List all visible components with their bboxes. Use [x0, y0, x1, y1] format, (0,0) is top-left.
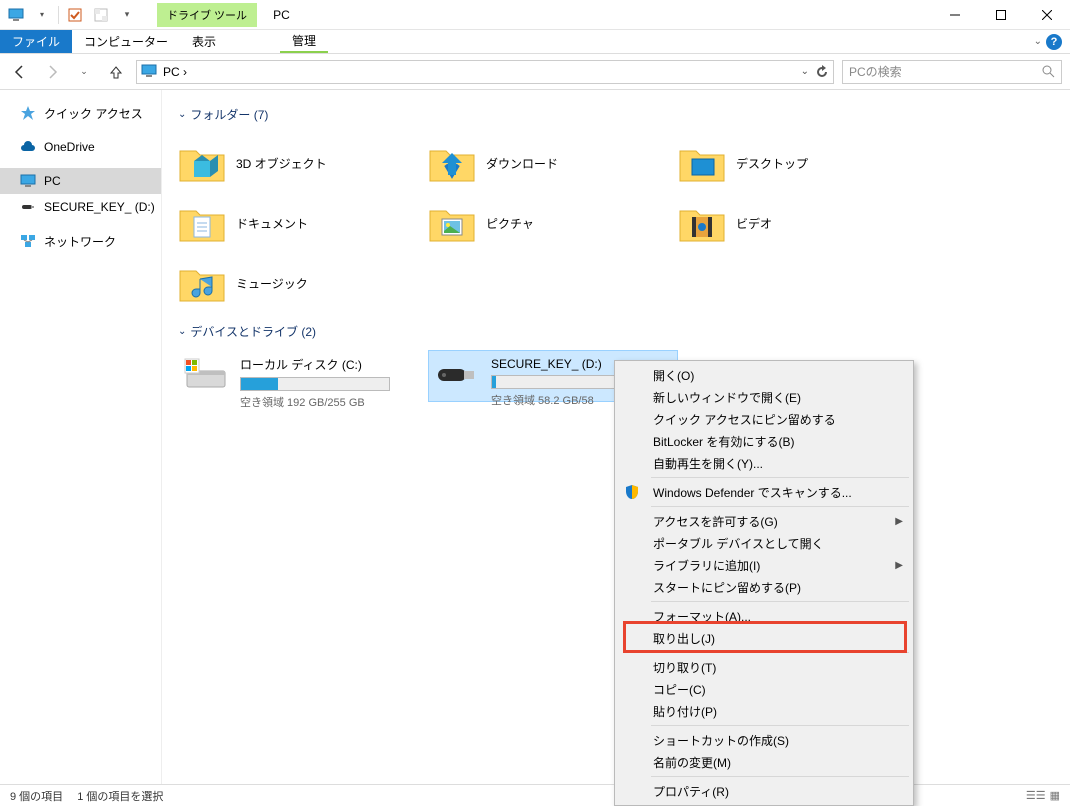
sidebar-item-4[interactable]: ネットワーク: [0, 228, 161, 254]
context-menu-item[interactable]: 貼り付け(P): [617, 700, 911, 722]
sidebar-item-3[interactable]: SECURE_KEY_ (D:): [0, 194, 161, 220]
usb-icon: [20, 199, 36, 215]
folder-icon: [678, 139, 726, 187]
monitor-icon: [141, 64, 157, 80]
refresh-icon[interactable]: [815, 65, 829, 79]
recent-dropdown[interactable]: ⌄: [72, 60, 96, 84]
folder-item[interactable]: ミュージック: [178, 253, 428, 313]
cloud-icon: [20, 139, 36, 155]
context-menu-item[interactable]: Windows Defender でスキャンする...: [617, 481, 911, 503]
tiles-view-icon[interactable]: ▦: [1050, 789, 1060, 802]
context-menu-item[interactable]: ポータブル デバイスとして開く: [617, 532, 911, 554]
drive-icon: [182, 354, 230, 394]
group-header-folders[interactable]: ⌄ フォルダー (7): [178, 106, 1054, 123]
chevron-right-icon: ▶: [895, 560, 903, 571]
context-menu-item[interactable]: プロパティ(R): [617, 780, 911, 802]
minimize-button[interactable]: [932, 0, 978, 30]
folder-item[interactable]: ドキュメント: [178, 193, 428, 253]
folder-icon: [178, 199, 226, 247]
folder-item[interactable]: 3D オブジェクト: [178, 133, 428, 193]
folder-icon: [428, 199, 476, 247]
context-menu-item[interactable]: スタートにピン留めする(P): [617, 576, 911, 598]
context-menu-item[interactable]: コピー(C): [617, 678, 911, 700]
ribbon-expand-icon[interactable]: ⌄: [1034, 36, 1042, 47]
back-button[interactable]: [8, 60, 32, 84]
system-icon[interactable]: [6, 5, 26, 25]
window-title: PC: [273, 8, 290, 22]
drive-icon: [433, 355, 481, 395]
status-item-count: 9 個の項目: [10, 788, 63, 804]
context-menu-item[interactable]: 切り取り(T): [617, 656, 911, 678]
help-icon[interactable]: ?: [1046, 34, 1062, 50]
tab-computer[interactable]: コンピューター: [72, 30, 180, 53]
qat-dropdown-icon[interactable]: ▾: [32, 5, 52, 25]
search-input[interactable]: PCの検索: [842, 60, 1062, 84]
forward-button[interactable]: [40, 60, 64, 84]
qat-custom-icon[interactable]: ▾: [117, 5, 137, 25]
folder-icon: [678, 199, 726, 247]
details-view-icon[interactable]: ☰☰: [1026, 789, 1046, 802]
sidebar-item-2[interactable]: PC: [0, 168, 161, 194]
tab-view[interactable]: 表示: [180, 30, 228, 53]
status-selection: 1 個の項目を選択: [77, 788, 163, 804]
drive-item[interactable]: ローカル ディスク (C:)空き領域 192 GB/255 GB: [178, 350, 428, 402]
star-icon: [20, 105, 36, 121]
context-menu-item[interactable]: クイック アクセスにピン留めする: [617, 408, 911, 430]
context-menu-item[interactable]: 自動再生を開く(Y)...: [617, 452, 911, 474]
context-menu-item[interactable]: ライブラリに追加(I)▶: [617, 554, 911, 576]
context-menu: 開く(O)新しいウィンドウで開く(E)クイック アクセスにピン留めするBitLo…: [614, 360, 914, 806]
shield-icon: [623, 483, 641, 501]
monitor-icon: [20, 173, 36, 189]
tab-file[interactable]: ファイル: [0, 30, 72, 53]
context-menu-item[interactable]: 新しいウィンドウで開く(E): [617, 386, 911, 408]
chevron-down-icon: ⌄: [178, 109, 186, 120]
address-dropdown-icon[interactable]: ⌄: [801, 66, 809, 77]
context-menu-item[interactable]: アクセスを許可する(G)▶: [617, 510, 911, 532]
up-button[interactable]: [104, 60, 128, 84]
contextual-tab-label: ドライブ ツール: [157, 3, 257, 27]
maximize-button[interactable]: [978, 0, 1024, 30]
context-menu-item[interactable]: 名前の変更(M): [617, 751, 911, 773]
address-bar[interactable]: PC › ⌄: [136, 60, 834, 84]
grid-icon[interactable]: [91, 5, 111, 25]
search-placeholder: PCの検索: [849, 63, 1042, 80]
folder-icon: [178, 259, 226, 307]
search-icon: [1042, 65, 1055, 78]
folder-icon: [428, 139, 476, 187]
folder-item[interactable]: デスクトップ: [678, 133, 928, 193]
context-menu-item[interactable]: 開く(O): [617, 364, 911, 386]
folder-item[interactable]: ビデオ: [678, 193, 928, 253]
context-menu-item[interactable]: 取り出し(J): [617, 627, 911, 649]
chevron-down-icon: ⌄: [178, 326, 186, 337]
context-menu-item[interactable]: BitLocker を有効にする(B): [617, 430, 911, 452]
sidebar-item-0[interactable]: クイック アクセス: [0, 100, 161, 126]
folder-icon: [178, 139, 226, 187]
folder-item[interactable]: ピクチャ: [428, 193, 678, 253]
checkbox-icon[interactable]: [65, 5, 85, 25]
group-header-drives[interactable]: ⌄ デバイスとドライブ (2): [178, 323, 1054, 340]
close-button[interactable]: [1024, 0, 1070, 30]
sidebar-item-1[interactable]: OneDrive: [0, 134, 161, 160]
context-menu-item[interactable]: ショートカットの作成(S): [617, 729, 911, 751]
chevron-right-icon: ▶: [895, 516, 903, 527]
tab-manage[interactable]: 管理: [280, 30, 328, 53]
navigation-pane: クイック アクセス OneDrive PCSECURE_KEY_ (D:) ネットワー…: [0, 90, 162, 784]
context-menu-item[interactable]: フォーマット(A)...: [617, 605, 911, 627]
breadcrumb[interactable]: PC ›: [163, 65, 187, 79]
folder-item[interactable]: ダウンロード: [428, 133, 678, 193]
network-icon: [20, 233, 36, 249]
